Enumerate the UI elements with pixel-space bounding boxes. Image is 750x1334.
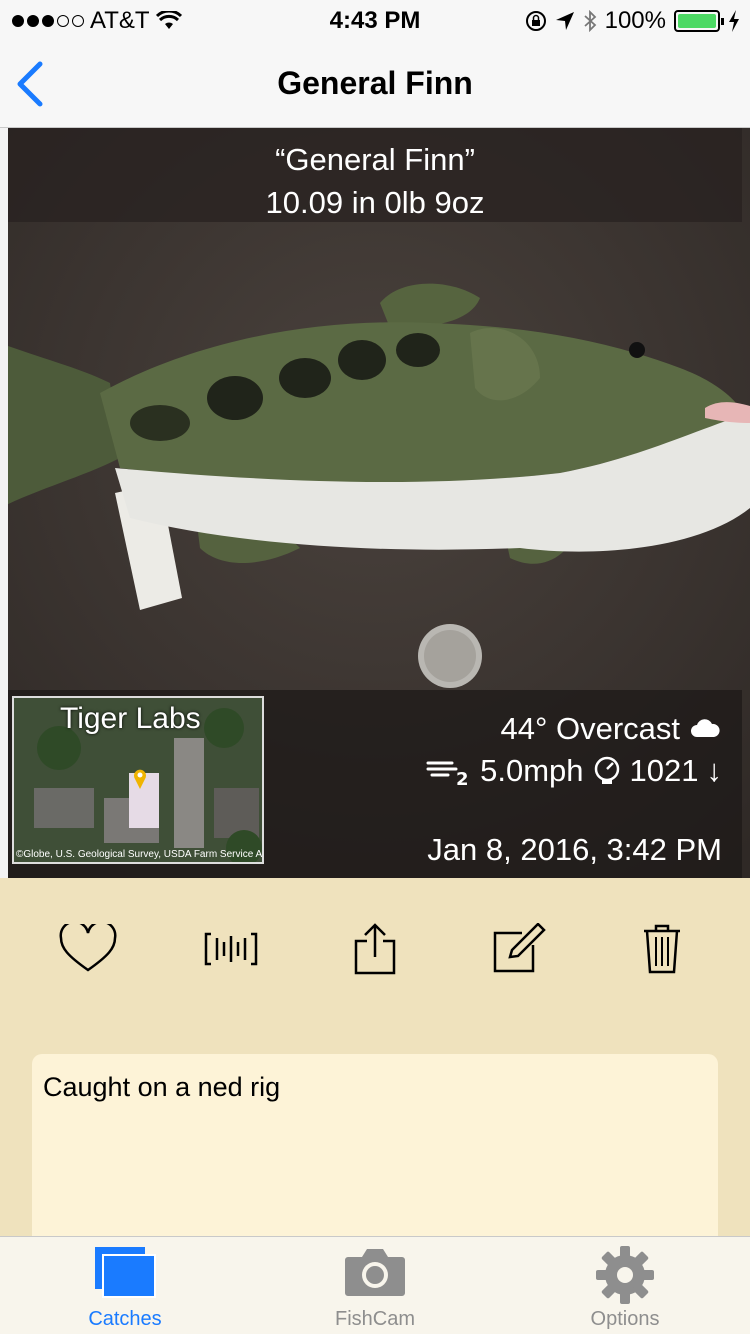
edit-icon bbox=[493, 923, 546, 973]
map-attribution: ©Globe, U.S. Geological Survey, USDA Far… bbox=[16, 849, 264, 860]
tab-fishcam[interactable]: FishCam bbox=[250, 1237, 500, 1334]
barometric-pressure: 1021 bbox=[629, 753, 699, 788]
tab-options-label: Options bbox=[590, 1308, 660, 1330]
pressure-gauge-icon bbox=[594, 756, 619, 784]
photo-border bbox=[0, 128, 8, 878]
map-pin-icon bbox=[134, 769, 146, 789]
status-right: 100% bbox=[525, 7, 740, 35]
camera-icon bbox=[345, 1249, 405, 1296]
photo-caption-bottom: Tiger Labs ©Globe, U.S. Geological Surve… bbox=[8, 690, 742, 878]
weather-conditions-row: 44° Overcast bbox=[426, 708, 722, 750]
notes-text: Caught on a ned rig bbox=[43, 1072, 281, 1102]
wind-speed: 5.0mph bbox=[480, 753, 584, 788]
edit-button[interactable] bbox=[484, 914, 554, 984]
catches-icon bbox=[95, 1247, 156, 1298]
battery-percent: 100% bbox=[604, 7, 666, 34]
bluetooth-icon bbox=[584, 10, 596, 32]
catch-notes-field[interactable]: Caught on a ned rig bbox=[32, 1054, 718, 1254]
measure-button[interactable] bbox=[196, 914, 266, 984]
delete-button[interactable] bbox=[627, 914, 697, 984]
action-toolbar bbox=[0, 878, 750, 1018]
catch-name-caption: “General Finn” bbox=[275, 142, 475, 177]
wind-pressure-row: 2 5.0mph 1021 ↓ bbox=[426, 750, 722, 792]
tab-catches[interactable]: Catches bbox=[0, 1237, 250, 1334]
status-bar: AT&T 4:43 PM 100% bbox=[0, 0, 750, 40]
weather-conditions: 44° Overcast bbox=[500, 711, 680, 746]
trash-icon bbox=[644, 924, 680, 974]
pressure-trend-arrow: ↓ bbox=[706, 753, 723, 788]
tab-options[interactable]: Options bbox=[500, 1237, 750, 1334]
share-icon bbox=[354, 923, 396, 975]
location-label: Tiger Labs bbox=[60, 702, 201, 735]
cloud-icon bbox=[691, 719, 720, 737]
svg-text:2: 2 bbox=[456, 769, 469, 787]
wind-icon: 2 bbox=[426, 761, 469, 787]
tab-catches-label: Catches bbox=[88, 1308, 162, 1330]
favorite-button[interactable] bbox=[53, 914, 123, 984]
navigation-bar: General Finn bbox=[0, 40, 750, 128]
location-map-thumbnail[interactable]: Tiger Labs ©Globe, U.S. Geological Surve… bbox=[12, 696, 264, 864]
location-arrow-icon bbox=[555, 12, 574, 30]
share-button[interactable] bbox=[340, 914, 410, 984]
catch-date: Jan 8, 2016, 3:42 PM bbox=[427, 832, 722, 867]
page-title: General Finn bbox=[277, 65, 473, 101]
battery-icon bbox=[674, 10, 724, 32]
tab-bar: Catches FishCam Options bbox=[0, 1236, 750, 1334]
charging-bolt-icon bbox=[729, 10, 739, 32]
catch-photo[interactable]: “General Finn” 10.09 in 0lb 9oz Tiger La… bbox=[0, 128, 750, 878]
tab-fishcam-label: FishCam bbox=[334, 1308, 415, 1330]
heart-icon bbox=[59, 924, 117, 972]
photo-caption-top: “General Finn” 10.09 in 0lb 9oz bbox=[8, 128, 742, 222]
weather-info: 44° Overcast 2 5.0mph 1021 ↓ bbox=[426, 708, 722, 792]
ruler-icon bbox=[204, 932, 258, 966]
catch-size-caption: 10.09 in 0lb 9oz bbox=[265, 185, 485, 220]
orientation-lock-icon bbox=[525, 11, 546, 31]
gear-icon bbox=[596, 1246, 654, 1304]
